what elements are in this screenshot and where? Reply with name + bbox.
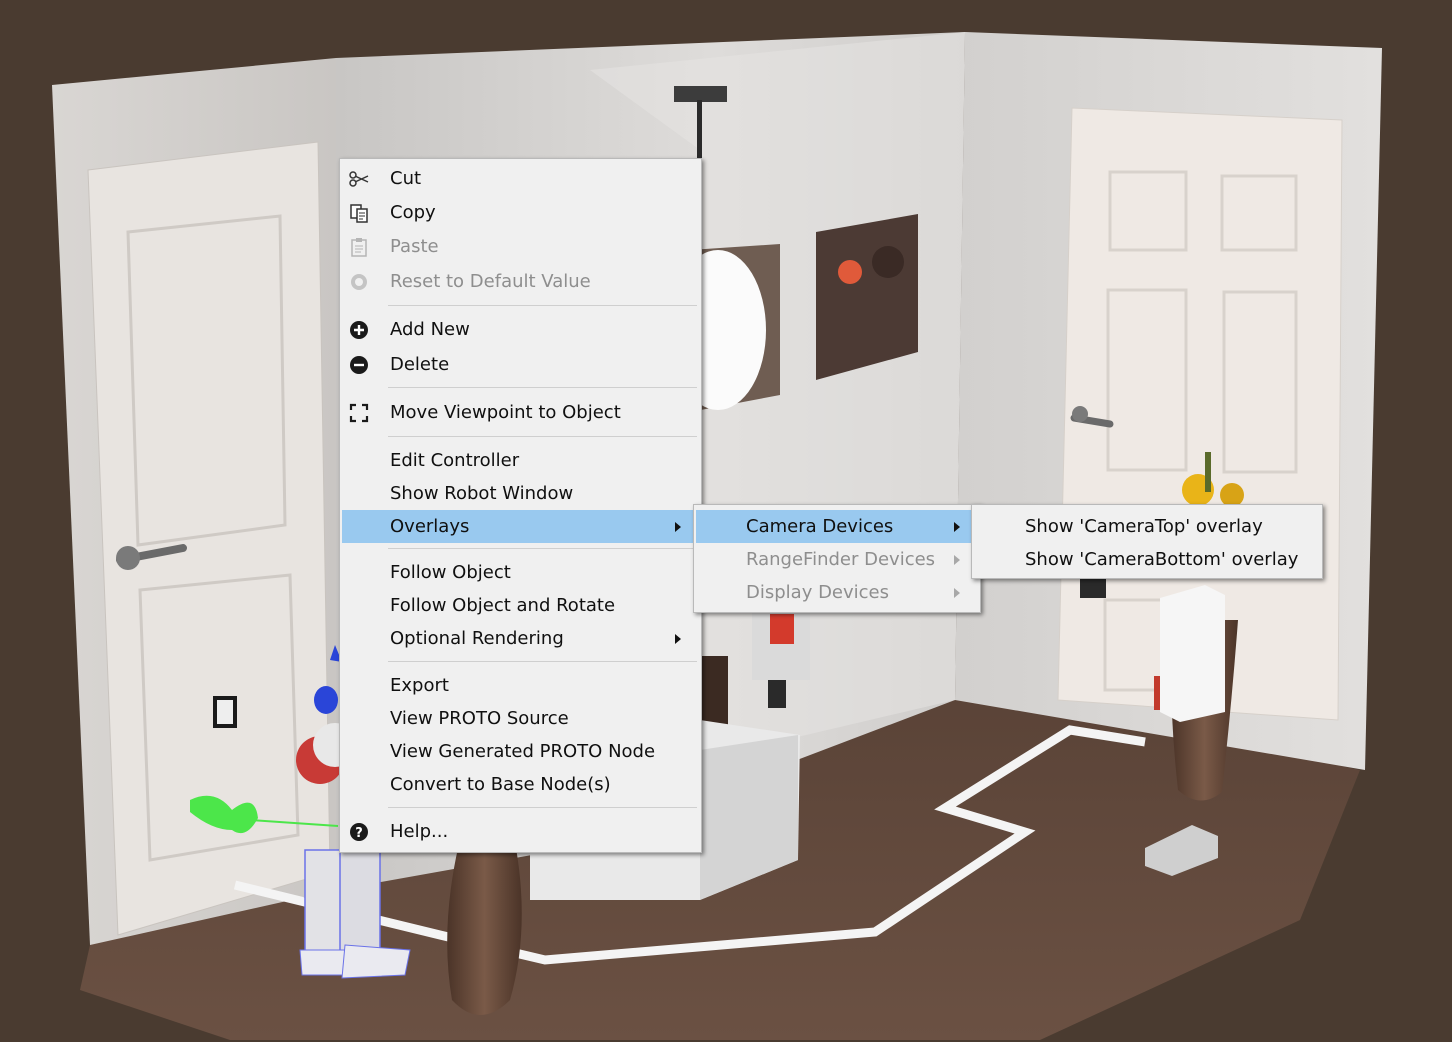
scissors-icon [349,171,369,187]
overlays-submenu: Camera Devices RangeFinder Devices Displ… [693,504,981,613]
menu-item-view-proto-source[interactable]: View PROTO Source [342,702,699,735]
help-icon: ? [350,823,368,841]
menu-item-display-devices[interactable]: Display Devices [696,576,978,609]
camera-devices-submenu: Show 'CameraTop' overlay Show 'CameraBot… [971,504,1323,579]
plus-circle-icon [350,321,368,339]
minus-circle-icon [350,356,368,374]
menu-item-convert-to-base-nodes[interactable]: Convert to Base Node(s) [342,768,699,801]
menu-item-rangefinder-devices[interactable]: RangeFinder Devices [696,543,978,576]
menu-item-cut[interactable]: Cut [342,162,699,195]
menu-item-follow-object-and-rotate[interactable]: Follow Object and Rotate [342,589,699,622]
menu-item-move-viewpoint-to-object[interactable]: Move Viewpoint to Object [342,396,699,429]
menu-item-edit-controller[interactable]: Edit Controller [342,444,699,477]
submenu-arrow-icon [954,555,960,565]
menu-item-view-generated-proto-node[interactable]: View Generated PROTO Node [342,735,699,768]
submenu-arrow-icon [675,634,681,644]
copy-icon [350,204,368,223]
reset-icon [351,274,367,290]
focus-frame-icon [349,403,369,423]
menu-item-help[interactable]: ? Help... [342,815,699,848]
menu-separator [388,436,697,437]
svg-text:?: ? [355,826,363,841]
menu-item-overlays[interactable]: Overlays [342,510,699,543]
menu-separator [388,807,697,808]
menu-item-delete[interactable]: Delete [342,348,699,381]
menu-item-optional-rendering[interactable]: Optional Rendering [342,622,699,655]
context-menu: Cut Copy Paste Reset to Default Value Ad… [339,158,702,853]
menu-item-show-cameratop-overlay[interactable]: Show 'CameraTop' overlay [974,510,1320,543]
submenu-arrow-icon [675,522,681,532]
menu-item-camera-devices[interactable]: Camera Devices [696,510,978,543]
menu-separator [388,548,697,549]
menu-separator [388,661,697,662]
submenu-arrow-icon [954,522,960,532]
menu-item-show-robot-window[interactable]: Show Robot Window [342,477,699,510]
menu-item-export[interactable]: Export [342,669,699,702]
menu-item-follow-object[interactable]: Follow Object [342,556,699,589]
menu-item-add-new[interactable]: Add New [342,313,699,346]
menu-separator [388,387,697,388]
paste-icon [351,238,367,257]
menu-item-copy[interactable]: Copy [342,196,699,229]
submenu-arrow-icon [954,588,960,598]
menu-item-paste[interactable]: Paste [342,230,699,263]
menu-separator [388,305,697,306]
menu-item-show-camerabottom-overlay[interactable]: Show 'CameraBottom' overlay [974,543,1320,576]
menu-item-reset-to-default-value[interactable]: Reset to Default Value [342,265,699,298]
